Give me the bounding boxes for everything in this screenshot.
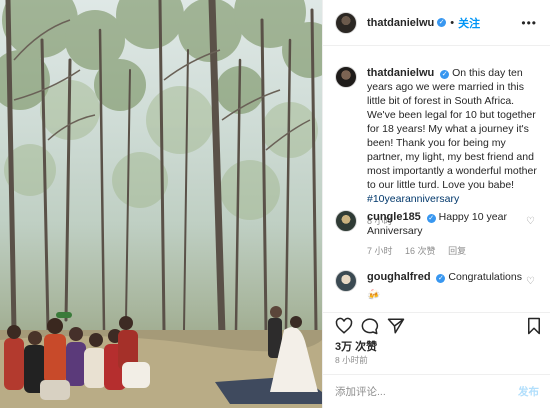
comment-text: Congratulations — [448, 271, 522, 283]
caption-avatar[interactable] — [335, 66, 357, 88]
caption-hashtag-link[interactable]: #10yearanniversary — [367, 193, 459, 205]
share-icon[interactable] — [387, 317, 405, 335]
beer-emoji: 🍻 — [367, 289, 381, 301]
comment-like-heart-icon[interactable]: ♡ — [526, 216, 535, 227]
post-header: thatdanielwu ✓ • 关注 ••• — [323, 0, 550, 46]
author-avatar[interactable] — [335, 11, 357, 34]
caption-text: On this day ten years ago we were marrie… — [367, 67, 537, 191]
post-photo[interactable] — [0, 0, 322, 408]
comment-time: 7 小时 — [367, 246, 393, 256]
likes-count[interactable]: 3万 次赞 — [335, 338, 377, 354]
follow-button[interactable]: 关注 — [458, 15, 480, 31]
publish-button[interactable]: 发布 — [518, 384, 539, 399]
separator-dot: • — [450, 16, 455, 29]
comment-item: cungle185 ✓ Happy 10 year Anniversary 7 … — [335, 210, 541, 258]
verified-icon: ✓ — [437, 18, 447, 27]
more-options-icon[interactable]: ••• — [521, 16, 537, 30]
post-timestamp: 8 小时前 — [335, 355, 368, 365]
comment-like-heart-icon[interactable]: ♡ — [526, 276, 535, 287]
commenter-username[interactable]: goughalfred — [367, 271, 431, 283]
verified-icon: ✓ — [426, 214, 436, 223]
comment-item: goughalfred ✓ Congratulations 🍻 ♡ — [335, 270, 541, 302]
post-caption: thatdanielwu ✓ On this day ten years ago… — [335, 66, 541, 228]
comment-likes[interactable]: 16 次赞 — [405, 246, 436, 256]
post-detail-panel: thatdanielwu ✓ • 关注 ••• thatdanielwu ✓ O… — [322, 0, 550, 408]
forest-wedding-image — [0, 0, 322, 408]
verified-icon: ✓ — [436, 274, 446, 283]
author-username[interactable]: thatdanielwu — [367, 17, 434, 29]
caption-username[interactable]: thatdanielwu — [367, 67, 434, 79]
comment-input[interactable] — [335, 385, 485, 398]
heart-icon[interactable] — [335, 317, 353, 335]
commenter-avatar[interactable] — [335, 270, 357, 292]
commenter-username[interactable]: cungle185 — [367, 211, 421, 223]
add-comment-bar: 发布 — [323, 374, 550, 408]
verified-icon: ✓ — [440, 70, 450, 79]
comment-reply-button[interactable]: 回复 — [448, 246, 466, 256]
action-bar — [323, 312, 550, 336]
bookmark-icon[interactable] — [525, 317, 543, 335]
commenter-avatar[interactable] — [335, 210, 357, 232]
comment-icon[interactable] — [361, 317, 379, 335]
